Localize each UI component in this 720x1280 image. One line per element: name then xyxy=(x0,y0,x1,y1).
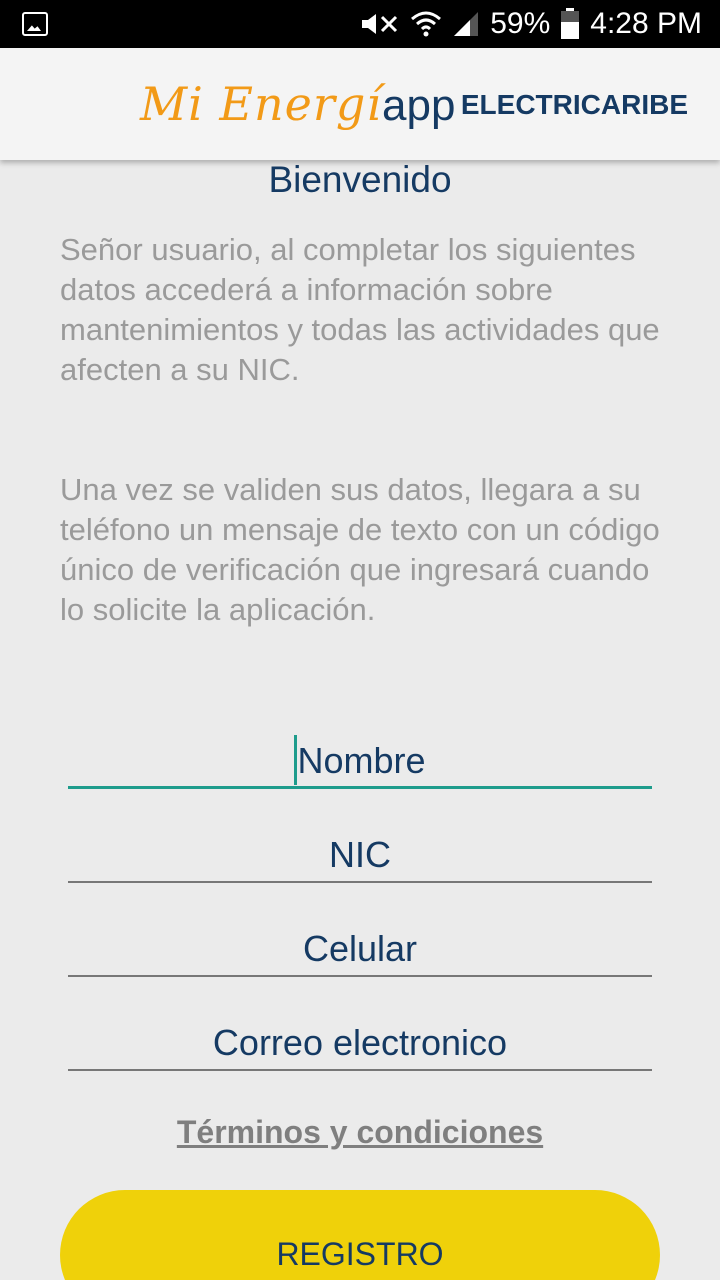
verification-paragraph: Una vez se validen sus datos, llegara a … xyxy=(60,472,660,627)
page-title: Bienvenido xyxy=(268,159,452,200)
status-bar: 59% 4:28 PM xyxy=(0,0,720,48)
name-placeholder: Nombre xyxy=(297,740,426,781)
signal-icon xyxy=(452,10,480,38)
logo-mi-energia: Mi Energí xyxy=(140,77,383,131)
phone-placeholder: Celular xyxy=(302,928,418,969)
nic-field[interactable]: NIC xyxy=(68,827,652,883)
battery-icon xyxy=(560,8,580,40)
terms-link[interactable]: Términos y condiciones xyxy=(0,1112,720,1152)
logo-app: app xyxy=(382,81,456,130)
name-field[interactable]: Nombre xyxy=(68,733,652,789)
battery-percent: 59% xyxy=(490,7,551,40)
intro-paragraph: Señor usuario, al completar los siguient… xyxy=(60,232,660,387)
email-placeholder: Correo electronico xyxy=(212,1022,508,1063)
email-field[interactable]: Correo electronico xyxy=(68,1015,652,1071)
register-button[interactable]: REGISTRO xyxy=(60,1190,660,1280)
text-cursor xyxy=(294,735,298,786)
wifi-icon xyxy=(410,10,442,38)
register-button-label: REGISTRO xyxy=(276,1236,444,1272)
brand-name: ELECTRICARIBE xyxy=(460,89,688,120)
app-bar: Mi Energíapp ELECTRICARIBE xyxy=(0,48,720,160)
mute-icon xyxy=(360,11,400,37)
app-logo: Mi Energíapp xyxy=(140,76,455,134)
phone-field[interactable]: Celular xyxy=(68,921,652,977)
nic-placeholder: NIC xyxy=(329,834,391,875)
gallery-notification-icon xyxy=(22,12,48,36)
clock: 4:28 PM xyxy=(590,7,702,40)
